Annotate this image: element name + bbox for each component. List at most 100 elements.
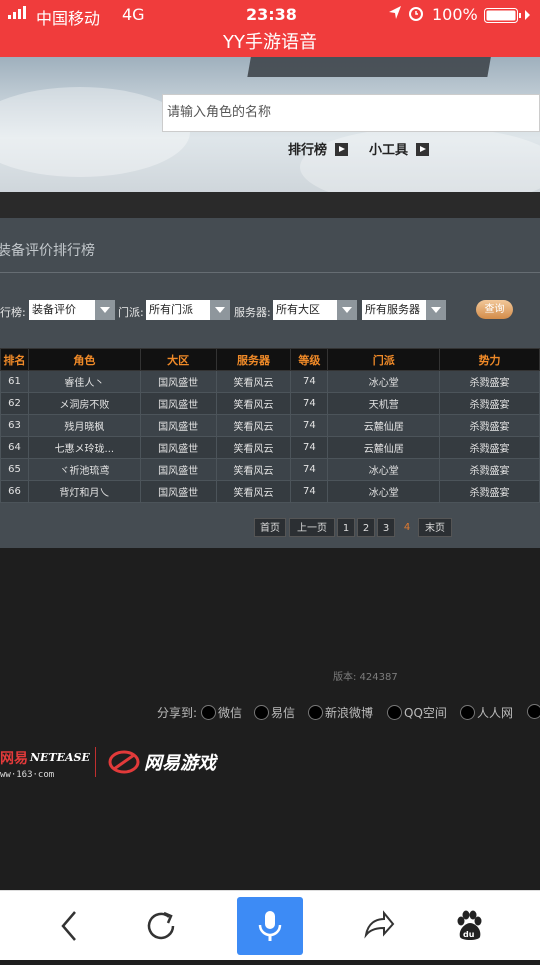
- cell-area: 国风盛世: [139, 392, 217, 415]
- cell-server: 笑看风云: [215, 414, 292, 437]
- baidu-paw-icon: du: [457, 910, 482, 940]
- share-renren[interactable]: 人人网: [460, 704, 513, 721]
- netease-logo-image: 网易 NETEASE ww·163·com: [0, 751, 90, 780]
- svg-text:网易游戏: 网易游戏: [144, 753, 218, 774]
- back-button[interactable]: [50, 891, 90, 961]
- version-text: 版本: 424387: [333, 672, 398, 683]
- share-yixin-label: 易信: [271, 706, 296, 720]
- cell-faction: 杀戮盛宴: [439, 392, 540, 415]
- baidu-button[interactable]: du: [448, 891, 488, 961]
- cell-server: 笑看风云: [215, 370, 292, 393]
- cell-name[interactable]: メ洞房不败: [27, 392, 141, 415]
- table-row[interactable]: 63 残月晓枫 国风盛世 笑看风云 74 云麓仙居 杀戮盛宴: [0, 414, 540, 437]
- table-row[interactable]: 61 睿佳人丶 国风盛世 笑看风云 74 冰心堂 杀戮盛宴: [0, 370, 540, 393]
- cell-server: 笑看风云: [215, 480, 292, 503]
- table-row[interactable]: 66 背灯和月乀 国风盛世 笑看风云 74 冰心堂 杀戮盛宴: [0, 480, 540, 503]
- cell-faction: 杀戮盛宴: [439, 458, 540, 481]
- area-select[interactable]: 所有大区: [273, 300, 357, 320]
- nav-ranking[interactable]: 排行榜: [288, 139, 349, 158]
- refresh-icon: [147, 911, 175, 940]
- chevron-down-icon: [337, 300, 357, 320]
- weibo-icon: [308, 705, 323, 720]
- footer-links-cropped: [0, 787, 540, 797]
- share-wechat-label: 微信: [218, 706, 243, 720]
- microphone-icon: [258, 911, 282, 941]
- cell-area: 国风盛世: [139, 370, 217, 393]
- share-wechat[interactable]: 微信: [201, 704, 242, 721]
- carrier-name: 中国移动: [36, 9, 101, 28]
- cell-level: 74: [290, 392, 329, 415]
- col-server: 服务器: [215, 348, 292, 371]
- ranking-panel: 装备评价排行榜 行榜: 装备评价 门派: 所有门派 服务器: 所有大区 所有服务…: [0, 218, 540, 548]
- back-icon: [61, 911, 76, 941]
- query-button[interactable]: 查询: [476, 300, 513, 319]
- area-value: 所有大区: [276, 303, 320, 316]
- wechat-icon: [201, 705, 216, 720]
- cell-school: 云麓仙居: [327, 436, 441, 459]
- cell-rank: 61: [0, 370, 29, 393]
- server-select[interactable]: 所有服务器: [362, 300, 446, 320]
- clock: 23:38: [246, 5, 297, 24]
- school-select[interactable]: 所有门派: [146, 300, 230, 320]
- search-input[interactable]: 请输入角色的名称: [162, 94, 540, 132]
- netease-logo[interactable]: 网易 NETEASE ww·163·com: [0, 747, 90, 785]
- refresh-button[interactable]: [142, 891, 182, 961]
- page-prev[interactable]: 上一页: [289, 518, 335, 537]
- page-2[interactable]: 2: [357, 518, 375, 537]
- cell-area: 国风盛世: [139, 480, 217, 503]
- cell-level: 74: [290, 458, 329, 481]
- voice-button[interactable]: [237, 897, 303, 955]
- table-row[interactable]: 65 ヾ祈池琉鸢 国风盛世 笑看风云 74 冰心堂 杀戮盛宴: [0, 458, 540, 481]
- share-qzone-label: QQ空间: [404, 706, 447, 720]
- rank-type-value: 装备评价: [32, 303, 76, 316]
- share-renren-label: 人人网: [477, 706, 514, 720]
- cell-school: 云麓仙居: [327, 414, 441, 437]
- page-1[interactable]: 1: [337, 518, 355, 537]
- play-arrow-icon: [335, 143, 349, 156]
- chevron-down-icon: [210, 300, 230, 320]
- share-more[interactable]: [527, 704, 540, 719]
- cell-area: 国风盛世: [139, 458, 217, 481]
- cell-rank: 66: [0, 480, 29, 503]
- table-row[interactable]: 64 七惠メ玲珑... 国风盛世 笑看风云 74 云麓仙居 杀戮盛宴: [0, 436, 540, 459]
- page-last[interactable]: 末页: [418, 518, 452, 537]
- cell-rank: 62: [0, 392, 29, 415]
- page-first[interactable]: 首页: [254, 518, 286, 537]
- netease-games-logo[interactable]: 网易游戏: [108, 745, 223, 783]
- col-school: 门派: [327, 348, 441, 371]
- share-weibo[interactable]: 新浪微博: [308, 704, 373, 721]
- nav-tools-label: 小工具: [369, 143, 409, 158]
- table-row[interactable]: 62 メ洞房不败 国风盛世 笑看风云 74 天机营 杀戮盛宴: [0, 392, 540, 415]
- cell-name[interactable]: 七惠メ玲珑...: [27, 436, 141, 459]
- share-yixin[interactable]: 易信: [254, 704, 295, 721]
- share-button[interactable]: [358, 891, 398, 961]
- cell-area: 国风盛世: [139, 436, 217, 459]
- rank-type-select[interactable]: 装备评价: [29, 300, 115, 320]
- cell-name[interactable]: ヾ祈池琉鸢: [27, 458, 141, 481]
- page-current: 4: [403, 522, 411, 533]
- svg-text:ww·163·com: ww·163·com: [0, 770, 54, 780]
- table-header-row: 排名 角色 大区 服务器 等级 门派 势力: [0, 348, 540, 371]
- cell-name[interactable]: 睿佳人丶: [27, 370, 141, 393]
- cell-level: 74: [290, 436, 329, 459]
- cell-school: 天机营: [327, 392, 441, 415]
- cell-school: 冰心堂: [327, 458, 441, 481]
- banner-logo-art: [247, 57, 493, 77]
- page-3[interactable]: 3: [377, 518, 395, 537]
- cell-faction: 杀戮盛宴: [439, 436, 540, 459]
- cell-rank: 63: [0, 414, 29, 437]
- status-bar: 中国移动 4G 23:38 100%: [0, 0, 540, 31]
- footer-logos: 网易 NETEASE ww·163·com 网易游戏: [0, 745, 540, 780]
- nav-tools[interactable]: 小工具: [369, 139, 430, 158]
- panel-title: 装备评价排行榜: [0, 218, 540, 273]
- share-qzone[interactable]: QQ空间: [387, 704, 447, 721]
- share-weibo-label: 新浪微博: [325, 706, 374, 720]
- col-rank: 排名: [0, 348, 29, 371]
- chevron-down-icon: [95, 300, 115, 320]
- cell-name[interactable]: 背灯和月乀: [27, 480, 141, 503]
- cell-school: 冰心堂: [327, 370, 441, 393]
- col-name: 角色: [27, 348, 141, 371]
- cell-name[interactable]: 残月晓枫: [27, 414, 141, 437]
- network-type: 4G: [122, 5, 145, 24]
- app-title: YY手游语音: [0, 31, 540, 57]
